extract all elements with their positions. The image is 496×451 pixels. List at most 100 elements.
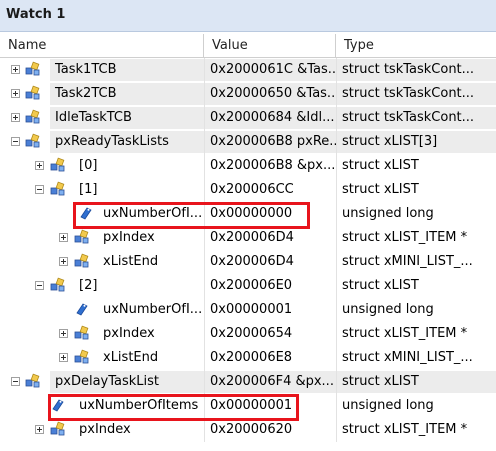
- variable-icon: [50, 397, 66, 413]
- tree-row[interactable]: [2] 0x200006E0 struct xLIST: [0, 274, 496, 298]
- tree-row[interactable]: xListEnd 0x200006D4 struct xMINI_LIST_..…: [0, 250, 496, 274]
- row-value[interactable]: 0x200006E8: [210, 350, 292, 365]
- variable-icon: [78, 205, 94, 221]
- tree-row[interactable]: [1] 0x200006CC struct xLIST: [0, 178, 496, 202]
- row-name: [0]: [79, 158, 98, 173]
- tree-row[interactable]: pxDelayTaskList 0x200006F4 &px... struct…: [0, 370, 496, 394]
- row-name: pxReadyTaskLists: [55, 134, 169, 149]
- row-type: struct xLIST_ITEM *: [342, 422, 468, 437]
- struct-icon: [25, 109, 41, 125]
- struct-icon: [50, 277, 66, 293]
- column-header-type[interactable]: Type: [336, 34, 496, 57]
- row-name: pxDelayTaskList: [55, 374, 160, 389]
- row-value[interactable]: 0x200006CC: [210, 182, 294, 197]
- expand-icon[interactable]: [59, 233, 68, 242]
- row-type: struct xLIST[3]: [342, 134, 438, 149]
- row-value[interactable]: 0x200006B8 pxRe...: [210, 134, 336, 149]
- row-name: pxIndex: [103, 230, 155, 245]
- row-name: Task1TCB: [55, 62, 117, 77]
- row-type: unsigned long: [342, 302, 434, 317]
- row-type: struct xLIST: [342, 374, 419, 389]
- variable-icon: [74, 301, 90, 317]
- tree-row[interactable]: uxNumberOfI... 0x00000001 unsigned long: [0, 298, 496, 322]
- window-title: Watch 1: [6, 7, 66, 22]
- expand-icon[interactable]: [11, 113, 20, 122]
- struct-icon: [74, 349, 90, 365]
- row-type: struct tskTaskCont...: [342, 62, 475, 77]
- row-value[interactable]: 0x200006E0: [210, 278, 292, 293]
- column-header: Name Value Type: [0, 34, 496, 58]
- collapse-icon[interactable]: [35, 185, 44, 194]
- row-value[interactable]: 0x200006B8 &px...: [210, 158, 335, 173]
- collapse-icon[interactable]: [35, 281, 44, 290]
- row-value[interactable]: 0x20000650 &Tas...: [210, 86, 336, 101]
- row-name: pxIndex: [79, 422, 131, 437]
- struct-icon: [50, 181, 66, 197]
- row-value[interactable]: 0x00000000: [210, 206, 292, 221]
- row-type: struct xLIST_ITEM *: [342, 230, 468, 245]
- row-name: uxNumberOfItems: [79, 398, 199, 413]
- row-name: uxNumberOfI...: [103, 206, 203, 221]
- row-name: xListEnd: [103, 254, 159, 269]
- struct-icon: [25, 61, 41, 77]
- struct-icon: [74, 325, 90, 341]
- row-value[interactable]: 0x200006F4 &px...: [210, 374, 334, 389]
- struct-icon: [50, 421, 66, 437]
- row-name: uxNumberOfI...: [103, 302, 203, 317]
- row-value[interactable]: 0x200006D4: [210, 230, 294, 245]
- tree-row[interactable]: [0] 0x200006B8 &px... struct xLIST: [0, 154, 496, 178]
- expand-icon[interactable]: [59, 353, 68, 362]
- row-value[interactable]: 0x2000061C &Tas...: [210, 62, 336, 77]
- row-value[interactable]: 0x200006D4: [210, 254, 294, 269]
- expand-icon[interactable]: [59, 329, 68, 338]
- struct-icon: [50, 157, 66, 173]
- row-value[interactable]: 0x20000684 &Idl...: [210, 110, 335, 125]
- row-value[interactable]: 0x20000654: [210, 326, 292, 341]
- row-name: [1]: [79, 182, 98, 197]
- row-type: struct tskTaskCont...: [342, 110, 475, 125]
- row-value[interactable]: 0x20000620: [210, 422, 292, 437]
- row-type: struct tskTaskCont...: [342, 86, 475, 101]
- struct-icon: [74, 229, 90, 245]
- row-name: IdleTaskTCB: [55, 110, 132, 125]
- column-header-name[interactable]: Name: [0, 34, 204, 57]
- tree-row[interactable]: pxIndex 0x20000654 struct xLIST_ITEM *: [0, 322, 496, 346]
- collapse-icon[interactable]: [11, 377, 20, 386]
- watch-tree: Task1TCB 0x2000061C &Tas... struct tskTa…: [0, 58, 496, 442]
- tree-row[interactable]: uxNumberOfI... 0x00000000 unsigned long: [0, 202, 496, 226]
- tree-row[interactable]: uxNumberOfItems 0x00000001 unsigned long: [0, 394, 496, 418]
- expand-icon[interactable]: [11, 89, 20, 98]
- expand-icon[interactable]: [35, 161, 44, 170]
- tree-row[interactable]: IdleTaskTCB 0x20000684 &Idl... struct ts…: [0, 106, 496, 130]
- tree-row[interactable]: xListEnd 0x200006E8 struct xMINI_LIST_..…: [0, 346, 496, 370]
- struct-icon: [25, 85, 41, 101]
- row-name: xListEnd: [103, 350, 159, 365]
- struct-icon: [25, 133, 41, 149]
- tree-row[interactable]: pxIndex 0x200006D4 struct xLIST_ITEM *: [0, 226, 496, 250]
- tree-row[interactable]: pxReadyTaskLists 0x200006B8 pxRe... stru…: [0, 130, 496, 154]
- tree-row[interactable]: Task2TCB 0x20000650 &Tas... struct tskTa…: [0, 82, 496, 106]
- watch-window: Watch 1 Name Value Type Task1TCB 0x20000…: [0, 0, 496, 451]
- row-type: struct xMINI_LIST_...: [342, 350, 473, 365]
- row-type: struct xMINI_LIST_...: [342, 254, 473, 269]
- row-type: unsigned long: [342, 206, 434, 221]
- expand-icon[interactable]: [11, 65, 20, 74]
- struct-icon: [74, 253, 90, 269]
- row-name: Task2TCB: [55, 86, 117, 101]
- expand-icon[interactable]: [35, 425, 44, 434]
- row-type: struct xLIST: [342, 278, 419, 293]
- row-type: unsigned long: [342, 398, 434, 413]
- row-value[interactable]: 0x00000001: [210, 398, 292, 413]
- column-header-value[interactable]: Value: [204, 34, 336, 57]
- tree-row[interactable]: pxIndex 0x20000620 struct xLIST_ITEM *: [0, 418, 496, 442]
- tree-row[interactable]: Task1TCB 0x2000061C &Tas... struct tskTa…: [0, 58, 496, 82]
- expand-icon[interactable]: [59, 257, 68, 266]
- row-name: [2]: [79, 278, 98, 293]
- title-bar: Watch 1: [0, 0, 496, 32]
- row-type: struct xLIST: [342, 182, 419, 197]
- row-name: pxIndex: [103, 326, 155, 341]
- row-value[interactable]: 0x00000001: [210, 302, 292, 317]
- collapse-icon[interactable]: [11, 137, 20, 146]
- row-type: struct xLIST_ITEM *: [342, 326, 468, 341]
- row-type: struct xLIST: [342, 158, 419, 173]
